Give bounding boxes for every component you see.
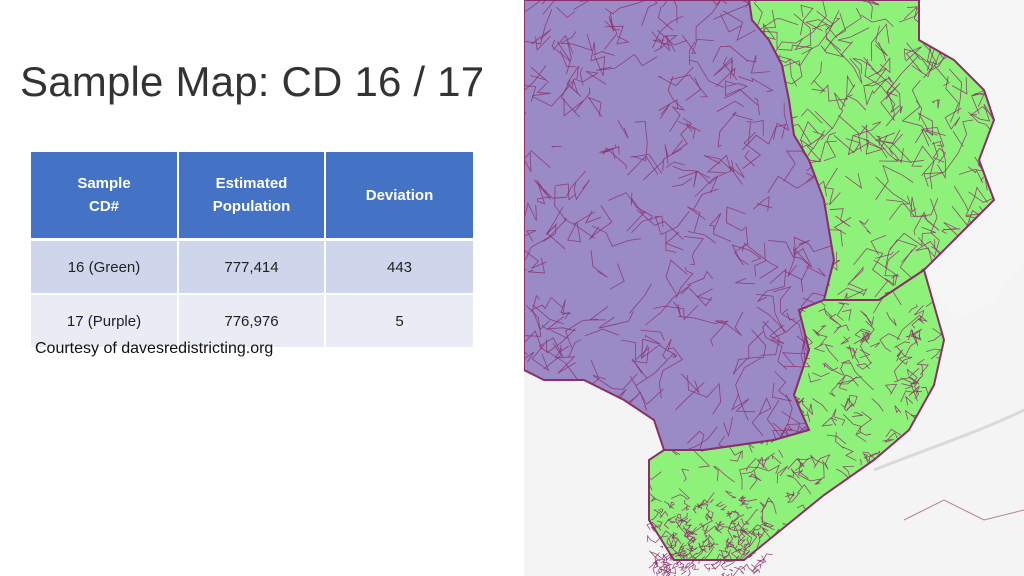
table-header-row: Sample CD# Estimated Population Deviatio… bbox=[31, 152, 473, 241]
cell-cd: 16 (Green) bbox=[31, 239, 179, 295]
cell-deviation: 5 bbox=[325, 294, 473, 349]
table-row: 16 (Green) 777,414 443 bbox=[31, 239, 473, 295]
district-map-svg bbox=[524, 0, 1024, 576]
district-map bbox=[524, 0, 1024, 576]
slide-title: Sample Map: CD 16 / 17 bbox=[20, 58, 485, 105]
cell-population: 777,414 bbox=[178, 239, 326, 295]
cell-deviation: 443 bbox=[325, 239, 473, 295]
header-sample-cd: Sample CD# bbox=[31, 152, 179, 241]
courtesy-note: Courtesy of davesredistricting.org bbox=[35, 340, 274, 357]
header-deviation: Deviation bbox=[325, 152, 473, 241]
header-estimated-population: Estimated Population bbox=[178, 152, 326, 241]
population-table: Sample CD# Estimated Population Deviatio… bbox=[31, 152, 473, 349]
